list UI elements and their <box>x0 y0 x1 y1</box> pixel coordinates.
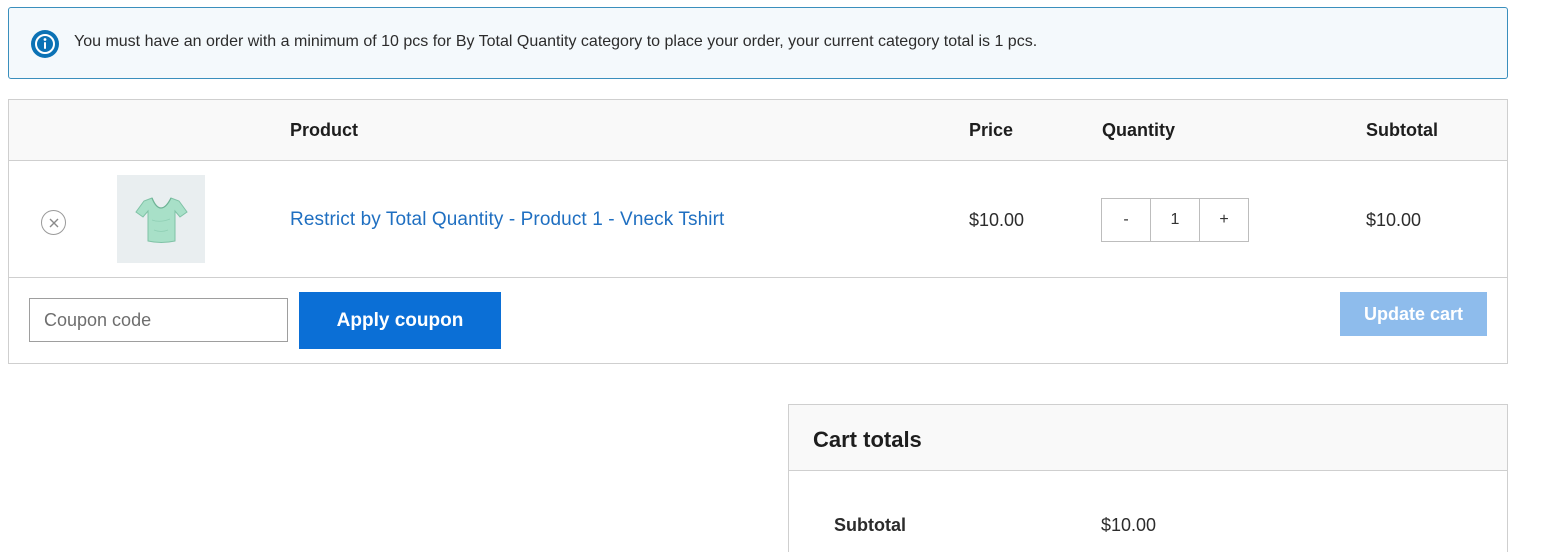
quantity-increase-button[interactable]: + <box>1200 199 1248 241</box>
header-subtotal: Subtotal <box>1366 120 1438 140</box>
totals-subtotal-label: Subtotal <box>834 515 906 535</box>
tshirt-icon <box>135 197 188 243</box>
remove-item-button[interactable] <box>41 210 66 235</box>
item-subtotal: $10.00 <box>1366 210 1422 230</box>
update-cart-button[interactable]: Update cart <box>1340 292 1487 336</box>
close-circle-icon <box>49 218 58 227</box>
item-price: $10.00 <box>969 210 1025 230</box>
cart-totals: Cart totals Subtotal $10.00 <box>788 404 1508 552</box>
header-price: Price <box>969 120 1014 140</box>
product-name-link[interactable]: Restrict by Total Quantity - Product 1 -… <box>290 209 724 231</box>
cart-totals-header: Cart totals <box>789 405 1507 471</box>
table-row: Restrict by Total Quantity - Product 1 -… <box>9 161 1507 278</box>
order-minimum-notice: You must have an order with a minimum of… <box>8 7 1508 79</box>
quantity-stepper: - 1 + <box>1101 198 1249 242</box>
apply-coupon-button[interactable]: Apply coupon <box>299 292 501 349</box>
quantity-input[interactable]: 1 <box>1150 199 1200 241</box>
coupon-code-input[interactable] <box>29 298 288 342</box>
table-header: Product Price Quantity Subtotal <box>9 100 1507 161</box>
quantity-decrease-button[interactable]: - <box>1102 199 1150 241</box>
cart-actions: Apply coupon Update cart <box>9 278 1507 364</box>
header-quantity: Quantity <box>1102 120 1176 140</box>
header-product: Product <box>290 120 359 140</box>
notice-message: You must have an order with a minimum of… <box>74 33 1038 50</box>
cart-totals-title: Cart totals <box>813 427 922 452</box>
cart-table: Product Price Quantity Subtotal Restrict… <box>8 99 1508 364</box>
totals-subtotal-value: $10.00 <box>1101 515 1157 535</box>
product-thumbnail[interactable] <box>117 175 205 263</box>
info-icon <box>31 30 59 58</box>
